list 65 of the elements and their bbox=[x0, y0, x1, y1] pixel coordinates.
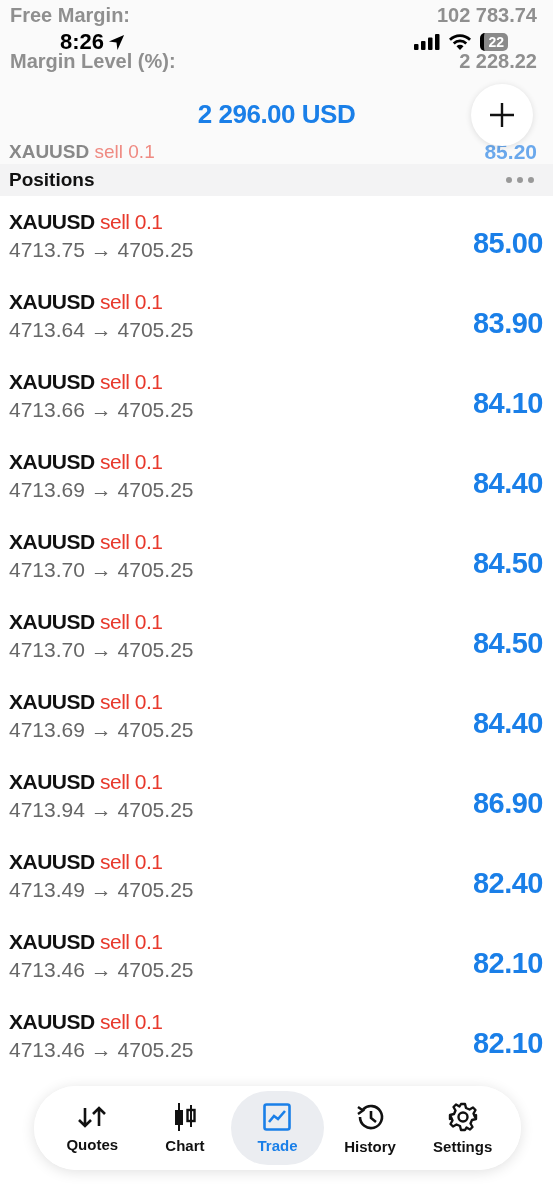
position-title: XAUUSD sell 0.1 bbox=[9, 210, 164, 234]
position-title: XAUUSD sell 0.1 bbox=[9, 610, 164, 634]
balance-amount: 2 296.00 USD bbox=[197, 98, 356, 130]
tab[interactable]: Settings bbox=[416, 1091, 509, 1165]
position-prices: 4713.69 → 4705.25 bbox=[9, 478, 194, 502]
settings-icon bbox=[447, 1101, 478, 1132]
tab[interactable]: History bbox=[323, 1091, 417, 1165]
position-prices: 4713.64 → 4705.25 bbox=[9, 318, 194, 342]
position-prices: 4713.46 → 4705.25 bbox=[9, 1038, 194, 1062]
position-prices: 4713.70 → 4705.25 bbox=[9, 558, 194, 582]
position-row[interactable]: XAUUSD sell 0.1 4713.75 → 4705.25 85.00 bbox=[0, 196, 553, 276]
position-profit: 85.20 bbox=[484, 140, 537, 164]
position-prices: 4713.49 → 4705.25 bbox=[9, 878, 194, 902]
position-row[interactable]: XAUUSD sell 0.1 4713.49 → 4705.25 82.40 bbox=[0, 836, 553, 916]
position-profit: 86.90 bbox=[472, 786, 543, 820]
position-title: XAUUSD sell 0.1 bbox=[9, 850, 164, 874]
position-profit: 84.10 bbox=[472, 386, 543, 420]
position-profit: 85.00 bbox=[472, 226, 543, 260]
position-prices: 4713.66 → 4705.25 bbox=[9, 398, 194, 422]
position-title: XAUUSD sell 0.1 bbox=[9, 370, 164, 394]
tab[interactable]: Quotes bbox=[46, 1091, 139, 1165]
battery-level: 22 bbox=[480, 33, 508, 51]
more-icon[interactable] bbox=[505, 176, 535, 184]
position-row[interactable]: XAUUSD sell 0.1 4713.66 → 4705.25 84.10 bbox=[0, 356, 553, 436]
position-title: XAUUSD sell 0.1 bbox=[9, 930, 164, 954]
location-arrow-icon bbox=[107, 32, 127, 52]
position-title: XAUUSD sell 0.1 bbox=[9, 290, 164, 314]
account-value: 2 228.22 bbox=[459, 50, 537, 72]
add-button[interactable] bbox=[471, 84, 533, 146]
position-row[interactable]: XAUUSD sell 0.1 4713.70 → 4705.25 84.50 bbox=[0, 516, 553, 596]
plus-icon bbox=[489, 102, 515, 128]
position-prices: 4713.46 → 4705.25 bbox=[9, 958, 194, 982]
position-row[interactable]: XAUUSD sell 0.1 4713.64 → 4705.25 83.90 bbox=[0, 276, 553, 356]
position-profit: 84.40 bbox=[472, 466, 543, 500]
account-value: 102 783.74 bbox=[436, 4, 537, 26]
tab[interactable]: Chart bbox=[138, 1091, 232, 1165]
position-title: XAUUSD sell 0.1 bbox=[9, 770, 164, 794]
signal-icon bbox=[414, 34, 441, 50]
account-label: Free Margin: bbox=[10, 4, 131, 26]
position-title: XAUUSD sell 0.1 bbox=[9, 141, 155, 163]
position-title: XAUUSD sell 0.1 bbox=[9, 1010, 164, 1034]
wifi-icon bbox=[448, 33, 473, 51]
section-title: Positions bbox=[9, 169, 95, 191]
position-row[interactable]: XAUUSD sell 0.1 4713.94 → 4705.25 86.90 bbox=[0, 756, 553, 836]
position-profit: 83.90 bbox=[472, 306, 543, 340]
position-row[interactable]: XAUUSD sell 0.1 4713.70 → 4705.25 84.50 bbox=[0, 596, 553, 676]
position-row[interactable]: XAUUSD sell 0.1 4713.69 → 4705.25 84.40 bbox=[0, 676, 553, 756]
position-prices: 4713.94 → 4705.25 bbox=[9, 798, 194, 822]
position-profit: 82.10 bbox=[472, 1026, 543, 1060]
position-row[interactable]: XAUUSD sell 0.1 4713.46 → 4705.25 82.10 bbox=[0, 916, 553, 996]
position-profit: 84.40 bbox=[472, 706, 543, 740]
position-prices: 4713.70 → 4705.25 bbox=[9, 638, 194, 662]
line-chart-icon bbox=[263, 1102, 292, 1131]
position-prices: 4713.69 → 4705.25 bbox=[9, 718, 194, 742]
position-prices: 4713.75 → 4705.25 bbox=[9, 238, 194, 262]
position-row[interactable]: XAUUSD sell 0.1 4713.46 → 4705.25 82.10 bbox=[0, 996, 553, 1076]
position-profit: 84.50 bbox=[472, 626, 543, 660]
position-title: XAUUSD sell 0.1 bbox=[9, 690, 164, 714]
position-profit: 84.50 bbox=[472, 546, 543, 580]
position-title: XAUUSD sell 0.1 bbox=[9, 450, 164, 474]
position-title: XAUUSD sell 0.1 bbox=[9, 530, 164, 554]
position-profit: 82.10 bbox=[472, 946, 543, 980]
candlestick-icon bbox=[172, 1102, 197, 1131]
position-profit: 82.40 bbox=[472, 866, 543, 900]
position-row[interactable]: XAUUSD sell 0.1 4713.69 → 4705.25 84.40 bbox=[0, 436, 553, 516]
